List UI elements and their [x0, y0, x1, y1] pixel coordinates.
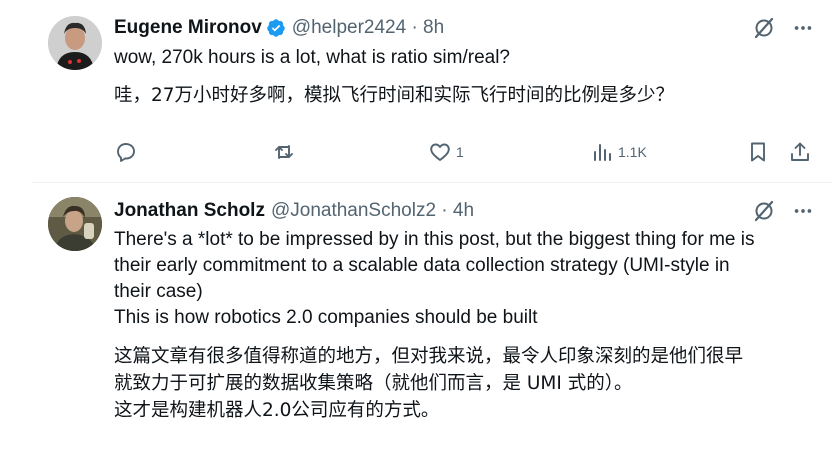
grok-icon[interactable] [752, 16, 776, 40]
more-options-icon[interactable] [792, 200, 814, 222]
more-options-icon[interactable] [792, 17, 814, 39]
avatar[interactable] [48, 16, 102, 70]
text-line: There's a *lot* to be impressed by in th… [114, 229, 755, 250]
text-line: 这才是构建机器人2.0公司应有的方式。 [114, 400, 440, 421]
display-name[interactable]: Jonathan Scholz [114, 200, 265, 222]
retweet-icon [275, 145, 293, 159]
reply-button[interactable] [114, 137, 138, 167]
tweet-text: There's a *lot* to be impressed by in th… [114, 227, 816, 331]
tweet-header: Eugene Mironov @helper2424 · 8h [114, 16, 816, 40]
text-line: 这篇文章有很多值得称道的地方，但对我来说，最令人印象深刻的是他们很早 [114, 346, 744, 367]
views-icon [594, 144, 611, 161]
tweet-thread: Eugene Mironov @helper2424 · 8h wow, 270… [0, 0, 832, 472]
avatar-image [48, 197, 102, 251]
retweet-button[interactable] [272, 137, 296, 167]
tweet-eugene[interactable]: Eugene Mironov @helper2424 · 8h wow, 270… [0, 0, 832, 182]
like-count: 1 [456, 144, 464, 160]
share-icon [791, 142, 809, 161]
tweet-translation: 这篇文章有很多值得称道的地方，但对我来说，最令人印象深刻的是他们很早 就致力于可… [114, 343, 816, 424]
verified-badge-icon [267, 19, 285, 37]
heart-icon [430, 143, 450, 161]
text-line: 就致力于可扩展的数据收集策略（就他们而言，是 UMI 式的）。 [114, 373, 633, 394]
tweet-header: Jonathan Scholz @JonathanScholz2 · 4h [114, 199, 816, 223]
text-line: their early commitment to a scalable dat… [114, 255, 730, 276]
text-line: This is how robotics 2.0 companies shoul… [114, 307, 538, 328]
tweet-text: wow, 270k hours is a lot, what is ratio … [114, 47, 511, 68]
tweet-translation: 哇，27万小时好多啊，模拟飞行时间和实际飞行时间的比例是多少？ [114, 85, 675, 106]
like-button[interactable]: 1 [428, 137, 464, 167]
text-line: their case) [114, 281, 203, 302]
bookmark-icon [751, 142, 765, 162]
handle-timestamp[interactable]: @helper2424 · 8h [292, 17, 444, 39]
views-button[interactable]: 1.1K [590, 137, 647, 167]
tweet-jonathan[interactable]: Jonathan Scholz @JonathanScholz2 · 4h Th… [0, 183, 832, 472]
avatar[interactable] [48, 197, 102, 251]
grok-icon[interactable] [752, 199, 776, 223]
display-name[interactable]: Eugene Mironov [114, 17, 262, 39]
reply-icon [117, 143, 135, 162]
tweet-actions: 1 1.1K [110, 137, 816, 167]
avatar-image [48, 16, 102, 70]
views-count: 1.1K [618, 144, 647, 160]
handle-timestamp[interactable]: @JonathanScholz2 · 4h [271, 200, 474, 222]
bookmark-button[interactable] [746, 137, 770, 167]
share-button[interactable] [788, 137, 812, 167]
